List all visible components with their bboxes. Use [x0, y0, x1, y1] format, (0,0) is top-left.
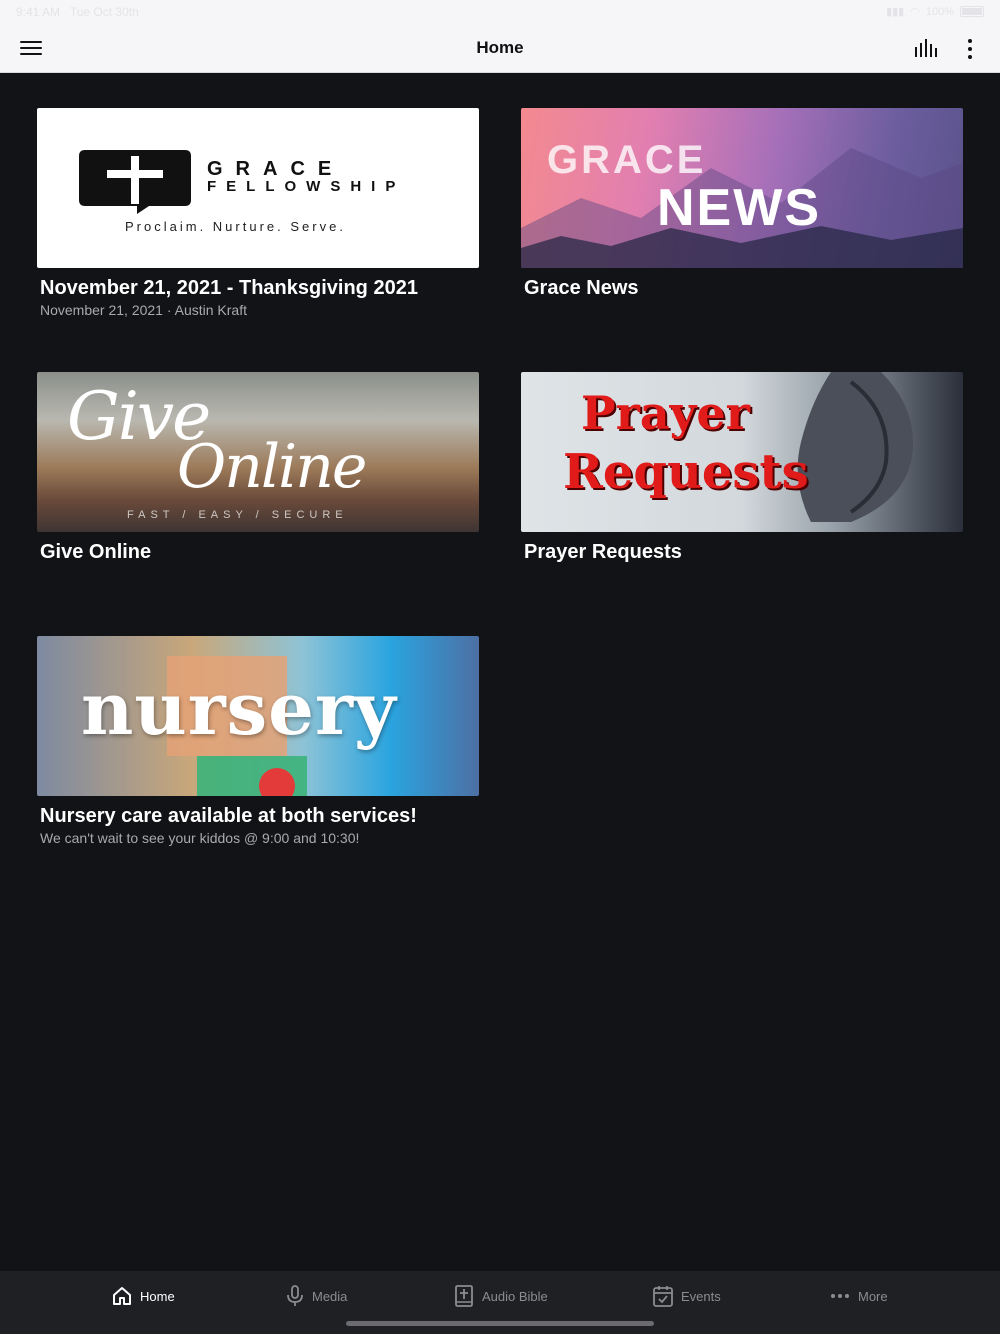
- logo-text-fellowship: FELLOWSHIP: [207, 178, 406, 195]
- tab-label: Events: [681, 1288, 721, 1304]
- prayer-requests-image: Prayer Requests: [521, 372, 963, 532]
- card-title: Give Online: [40, 541, 152, 563]
- more-vertical-icon[interactable]: [966, 38, 974, 60]
- tab-label: Media: [312, 1288, 348, 1304]
- audio-levels-icon[interactable]: [914, 39, 938, 57]
- navigation-bar: Home: [0, 24, 1000, 73]
- home-icon: [113, 1287, 131, 1305]
- status-time-date: 9:41 AM Tue Oct 30th: [16, 5, 139, 19]
- card-thanksgiving-2021[interactable]: GRACE FELLOWSHIP Proclaim. Nurture. Serv…: [37, 108, 479, 318]
- card-subtitle: November 21, 2021 · Austin Kraft: [40, 302, 247, 318]
- image-text-requests: Requests: [563, 444, 809, 500]
- tab-media[interactable]: Media: [286, 1285, 347, 1307]
- tab-events[interactable]: Events: [653, 1285, 721, 1307]
- microphone-icon: [287, 1285, 303, 1306]
- status-date: Tue Oct 30th: [69, 5, 139, 19]
- image-text-prayer: Prayer: [581, 386, 750, 440]
- status-indicators: ▮▮▮ ◠ 100%: [886, 5, 984, 18]
- status-bar: 9:41 AM Tue Oct 30th ▮▮▮ ◠ 100%: [0, 0, 1000, 24]
- wifi-icon: ◠: [910, 6, 920, 18]
- card-title: Grace News: [524, 277, 639, 299]
- tab-home[interactable]: Home: [112, 1285, 175, 1307]
- image-text-nursery: nursery: [81, 666, 397, 751]
- card-subtitle: We can't wait to see your kiddos @ 9:00 …: [40, 830, 360, 846]
- card-title: Nursery care available at both services!: [40, 805, 417, 827]
- page-title: Home: [476, 38, 524, 57]
- give-online-image: Give Online FAST / EASY / SECURE: [37, 372, 479, 532]
- signal-icon: ▮▮▮: [886, 6, 905, 18]
- tab-more[interactable]: More: [830, 1285, 888, 1307]
- tab-label: Home: [140, 1288, 175, 1304]
- grace-news-image: GRACE NEWS: [521, 108, 963, 268]
- image-text-grace: GRACE: [547, 138, 707, 182]
- image-tagline: FAST / EASY / SECURE: [127, 509, 348, 521]
- tab-label: More: [858, 1288, 888, 1304]
- card-prayer-requests[interactable]: Prayer Requests Prayer Requests: [521, 372, 963, 564]
- card-title: Prayer Requests: [524, 541, 682, 563]
- card-title: November 21, 2021 - Thanksgiving 2021: [40, 277, 418, 299]
- battery-icon: [960, 6, 984, 17]
- calendar-icon: [653, 1286, 673, 1307]
- bible-icon: [455, 1285, 473, 1307]
- grace-fellowship-logo-image: GRACE FELLOWSHIP Proclaim. Nurture. Serv…: [37, 108, 479, 268]
- cross-speech-bubble-logo: [79, 150, 191, 214]
- card-nursery[interactable]: nursery Nursery care available at both s…: [37, 636, 479, 846]
- tab-audio-bible[interactable]: Audio Bible: [454, 1285, 548, 1307]
- status-time: 9:41 AM: [16, 5, 61, 19]
- image-text-online: Online: [177, 432, 367, 502]
- home-indicator[interactable]: [346, 1321, 654, 1326]
- nursery-image: nursery: [37, 636, 479, 796]
- card-grace-news[interactable]: GRACE NEWS Grace News: [521, 108, 963, 300]
- more-horizontal-icon: [831, 1294, 849, 1298]
- logo-tagline: Proclaim. Nurture. Serve.: [125, 219, 346, 234]
- battery-percent: 100%: [925, 5, 954, 18]
- tab-label: Audio Bible: [482, 1288, 548, 1304]
- card-give-online[interactable]: Give Online FAST / EASY / SECURE Give On…: [37, 372, 479, 564]
- image-text-news: NEWS: [657, 179, 821, 237]
